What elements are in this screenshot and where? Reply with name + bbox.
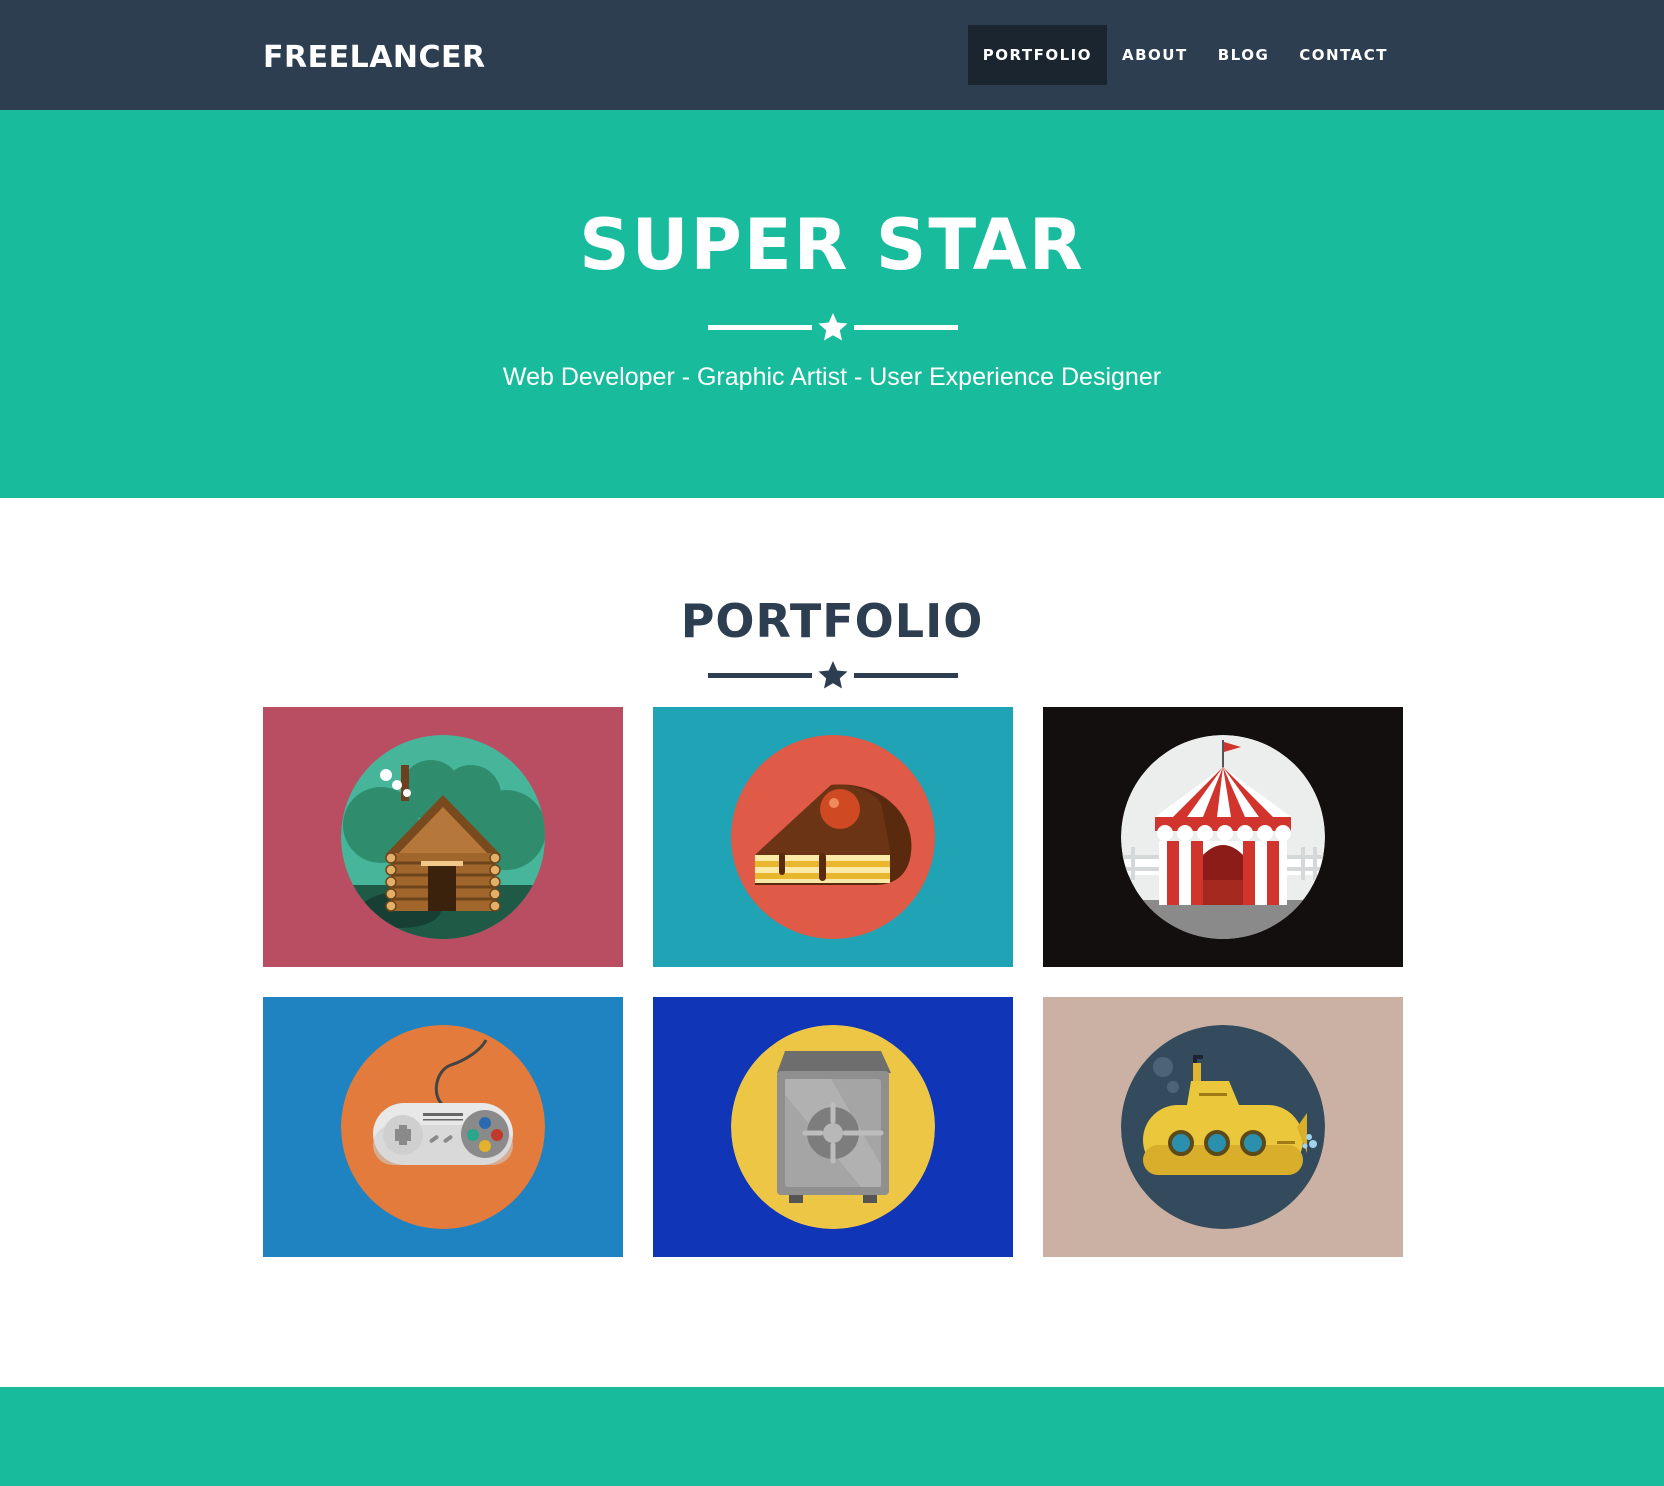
nav-item-portfolio[interactable]: PORTFOLIO: [967, 25, 1108, 85]
hero-title: SUPER STAR: [579, 204, 1085, 286]
portfolio-divider: [708, 655, 958, 695]
portfolio-item-circus[interactable]: [1043, 707, 1403, 967]
portfolio-item-controller[interactable]: [263, 997, 623, 1257]
divider-line: [854, 673, 958, 678]
footer-band: [0, 1387, 1664, 1486]
brand-link[interactable]: FREELANCER: [263, 40, 486, 75]
game-controller-icon: [341, 1025, 545, 1229]
hero-header: SUPER STAR Web Developer - Graphic Artis…: [0, 110, 1664, 498]
portfolio-item-submarine[interactable]: [1043, 997, 1403, 1257]
hero-subtitle: Web Developer - Graphic Artist - User Ex…: [502, 363, 1162, 391]
nav-item-contact[interactable]: CONTACT: [1284, 25, 1403, 85]
hero-divider: [708, 307, 958, 347]
divider-line: [854, 325, 958, 330]
portfolio-item-cake[interactable]: [653, 707, 1013, 967]
nav-item-about[interactable]: ABOUT: [1107, 25, 1203, 85]
cake-icon: [731, 735, 935, 939]
divider-line: [708, 325, 812, 330]
circus-tent-icon: [1121, 735, 1325, 939]
portfolio-title: PORTFOLIO: [680, 594, 984, 648]
star-icon: [818, 661, 848, 689]
nav-item-blog[interactable]: BLOG: [1203, 25, 1285, 85]
submarine-icon: [1121, 1025, 1325, 1229]
cabin-icon: [341, 735, 545, 939]
navbar: FREELANCER PORTFOLIO ABOUT BLOG CONTACT: [0, 0, 1664, 110]
portfolio-item-cabin[interactable]: [263, 707, 623, 967]
portfolio-item-safe[interactable]: [653, 997, 1013, 1257]
nav-menu: PORTFOLIO ABOUT BLOG CONTACT: [967, 25, 1403, 85]
divider-line: [708, 673, 812, 678]
star-icon: [818, 313, 848, 341]
safe-icon: [731, 1025, 935, 1229]
